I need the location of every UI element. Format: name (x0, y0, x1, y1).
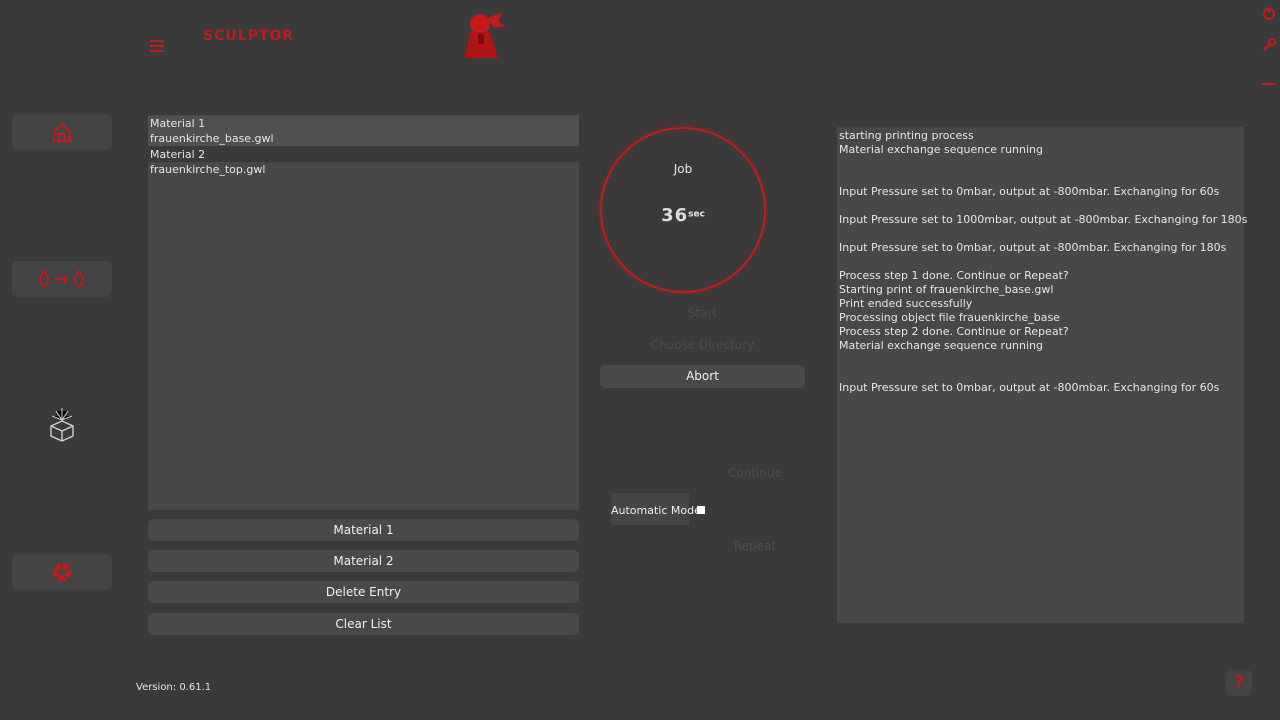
material-list[interactable]: Material 1 frauenkirche_base.gwl Materia… (148, 115, 579, 510)
list-item[interactable]: Material 2 (148, 147, 579, 162)
log-line: Input Pressure set to 0mbar, output at -… (839, 241, 1227, 254)
log-line: Process step 1 done. Continue or Repeat? (839, 269, 1069, 282)
list-item-label: Material 1 (150, 117, 206, 130)
repeat-button[interactable]: Repeat (700, 539, 810, 553)
home-icon (53, 122, 71, 142)
log-line: Input Pressure set to 1000mbar, output a… (839, 213, 1248, 226)
wrench-icon[interactable] (1262, 38, 1276, 52)
log-panel: starting printing process Material excha… (837, 127, 1248, 623)
job-gauge: Job 36sec (600, 127, 766, 293)
aperture-icon (53, 563, 71, 581)
list-item[interactable]: Material 1 (148, 116, 579, 131)
list-item-file: frauenkirche_top.gwl (150, 163, 266, 176)
drop-exchange-icon (39, 269, 84, 287)
log-line: Process step 2 done. Continue or Repeat? (839, 325, 1069, 338)
nav-home-button[interactable] (12, 114, 112, 150)
version-label: Version: 0.61.1 (136, 682, 212, 693)
material2-button[interactable]: Material 2 (148, 550, 579, 572)
bust-logo-icon (458, 8, 508, 64)
log-line: Material exchange sequence running (839, 339, 1044, 352)
log-line: Print ended successfully (839, 297, 973, 310)
menu-icon[interactable] (150, 40, 164, 52)
app-title: SCULPTOR (203, 28, 295, 44)
clear-list-button[interactable]: Clear List (148, 613, 579, 635)
abort-button[interactable]: Abort (600, 365, 805, 388)
job-unit: sec (688, 209, 705, 220)
list-item-label: Material 2 (150, 148, 206, 161)
automatic-mode-label: Automatic Mode (611, 504, 701, 517)
printer-cube-icon[interactable] (48, 408, 76, 442)
continue-button[interactable]: Continue (700, 466, 810, 480)
list-item[interactable]: frauenkirche_base.gwl (148, 131, 579, 146)
list-item-file: frauenkirche_base.gwl (150, 132, 274, 145)
minimize-icon[interactable] (1262, 76, 1276, 85)
material1-button[interactable]: Material 1 (148, 519, 579, 541)
job-value: 36 (661, 205, 689, 226)
list-item[interactable]: frauenkirche_top.gwl (148, 162, 579, 177)
log-line: Input Pressure set to 0mbar, output at -… (839, 381, 1220, 394)
choose-directory-button[interactable]: Choose Directory (600, 338, 805, 352)
automatic-mode-checkbox[interactable] (697, 506, 705, 514)
start-button[interactable]: Start (600, 306, 805, 320)
job-label: Job (673, 162, 693, 176)
nav-exchange-button[interactable] (12, 261, 112, 297)
help-icon: ? (1233, 672, 1245, 693)
power-icon[interactable] (1262, 6, 1276, 20)
log-line: Starting print of frauenkirche_base.gwl (839, 283, 1054, 296)
log-line: Processing object file frauenkirche_base (839, 311, 1060, 324)
log-line: Input Pressure set to 0mbar, output at -… (839, 185, 1220, 198)
job-timer: 36sec (602, 205, 764, 226)
help-button[interactable]: ? (1226, 670, 1252, 696)
log-line: Material exchange sequence running (839, 143, 1044, 156)
log-line: starting printing process (839, 129, 974, 142)
delete-entry-button[interactable]: Delete Entry (148, 581, 579, 603)
nav-settings-button[interactable] (12, 554, 112, 590)
